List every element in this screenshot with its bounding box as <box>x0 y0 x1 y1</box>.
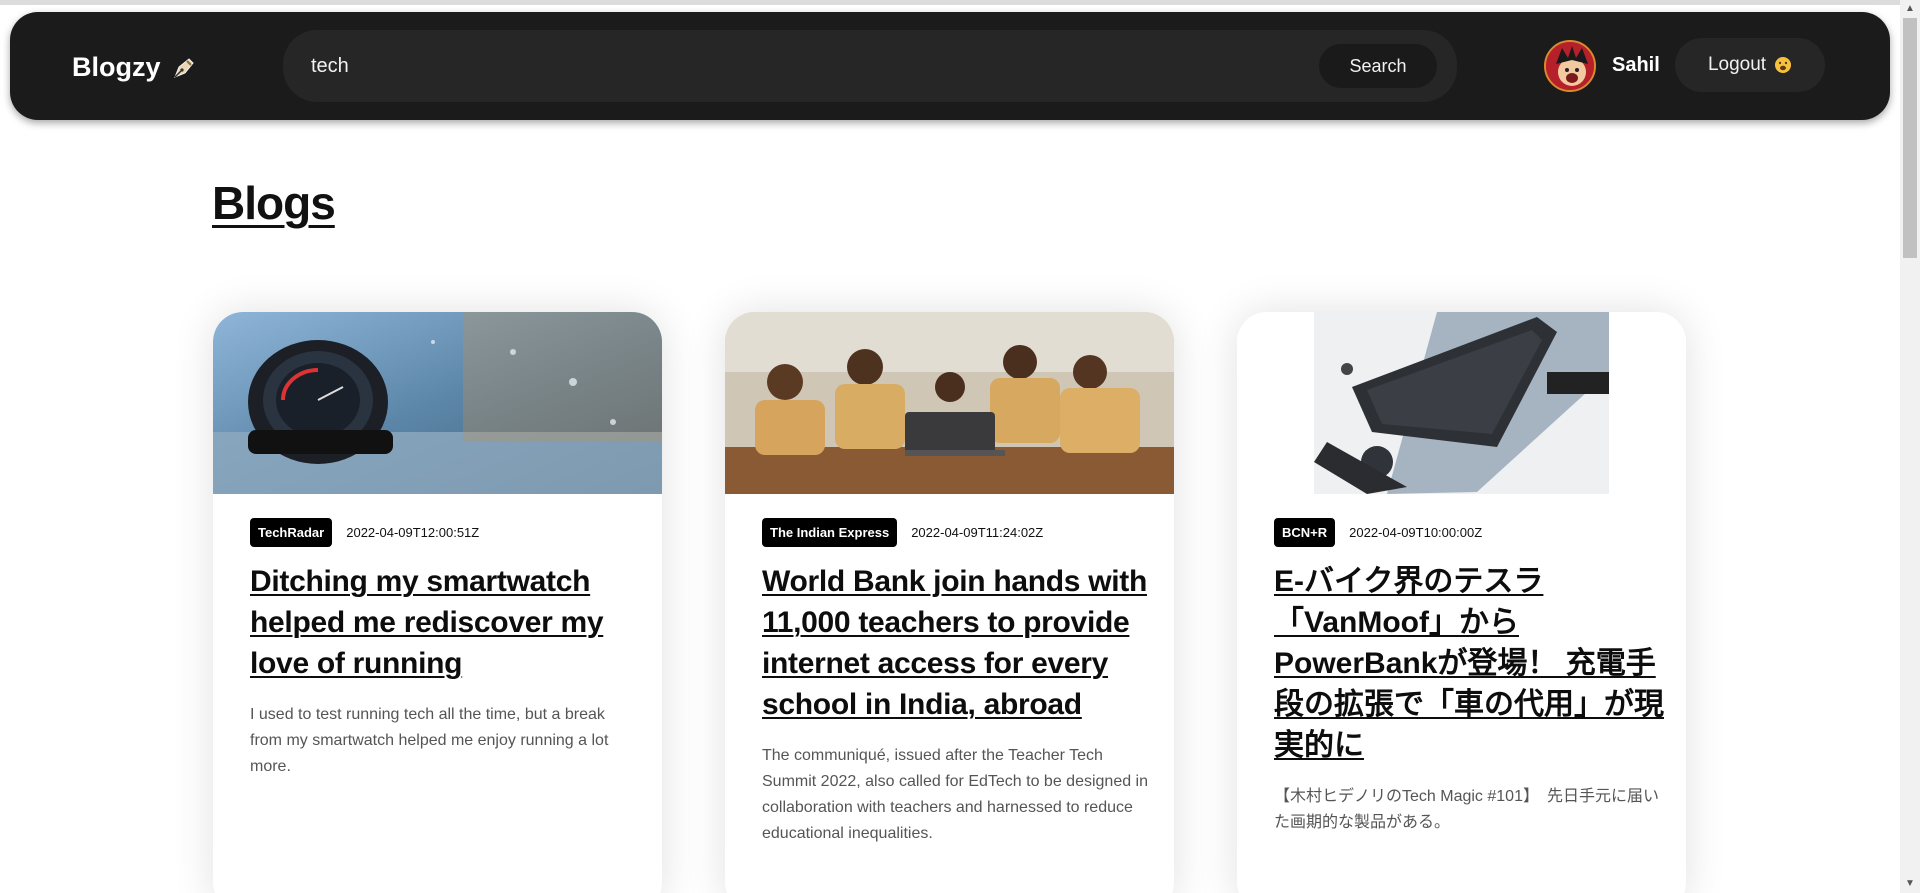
scrollbar-thumb[interactable] <box>1903 18 1917 258</box>
card-description: I used to test running tech all the time… <box>250 706 609 775</box>
window-top-border <box>0 0 1900 5</box>
card-description: 【木村ヒデノリのTech Magic #101】 先日手元に届いた画期的な製品が… <box>1274 788 1659 831</box>
username[interactable]: Sahil <box>1612 54 1660 77</box>
card-image-students[interactable] <box>725 312 1174 494</box>
logout-label: Logout <box>1707 54 1767 75</box>
pen-nib-icon <box>173 57 194 78</box>
page-title: Blogs <box>212 177 336 229</box>
card-image-ebike[interactable] <box>1237 312 1686 494</box>
card-description: The communiqué, issued after the Teacher… <box>762 747 1149 842</box>
navbar: Blogzy Search Sahil Logout <box>10 12 1890 120</box>
scroll-up-arrow-icon[interactable]: ▲ <box>1900 0 1920 18</box>
source-badge: BCN+R <box>1274 518 1336 547</box>
card-meta: TechRadar 2022-04-09T12:00:51Z <box>250 518 640 547</box>
blog-card[interactable]: TechRadar 2022-04-09T12:00:51Z Ditching … <box>213 312 662 893</box>
logout-button[interactable]: Logout <box>1675 38 1825 92</box>
search-input[interactable] <box>311 46 1291 86</box>
card-title[interactable]: World Bank join hands with 11,000 teache… <box>762 561 1152 725</box>
card-body: TechRadar 2022-04-09T12:00:51Z Ditching … <box>250 518 640 780</box>
card-body: The Indian Express 2022-04-09T11:24:02Z … <box>762 518 1152 847</box>
brand-name[interactable]: Blogzy <box>72 52 161 83</box>
search-bar: Search <box>283 30 1457 102</box>
source-badge: The Indian Express <box>762 518 898 547</box>
card-body: BCN+R 2022-04-09T10:00:00Z E-バイク界のテスラ「Va… <box>1274 518 1664 836</box>
card-meta: BCN+R 2022-04-09T10:00:00Z <box>1274 518 1664 547</box>
source-badge: TechRadar <box>250 518 333 547</box>
user-avatar-image <box>1546 42 1594 90</box>
scroll-down-arrow-icon[interactable]: ▼ <box>1900 875 1920 893</box>
blog-card[interactable]: The Indian Express 2022-04-09T11:24:02Z … <box>725 312 1174 893</box>
publish-date: 2022-04-09T10:00:00Z <box>1349 525 1483 540</box>
blog-card[interactable]: BCN+R 2022-04-09T10:00:00Z E-バイク界のテスラ「Va… <box>1237 312 1686 893</box>
publish-date: 2022-04-09T12:00:51Z <box>346 525 480 540</box>
page-scrollbar[interactable]: ▲ ▼ <box>1900 0 1920 893</box>
search-button[interactable]: Search <box>1319 44 1437 88</box>
publish-date: 2022-04-09T11:24:02Z <box>911 525 1044 540</box>
card-title[interactable]: Ditching my smartwatch helped me redisco… <box>250 561 640 684</box>
zipper-mouth-emoji-icon <box>1775 57 1792 73</box>
card-meta: The Indian Express 2022-04-09T11:24:02Z <box>762 518 1152 547</box>
avatar[interactable] <box>1544 40 1596 92</box>
brand-logo[interactable]: Blogzy <box>72 52 197 83</box>
card-title[interactable]: E-バイク界のテスラ「VanMoof」から PowerBankが登場！ 充電手段… <box>1274 561 1664 766</box>
card-image-smartwatch[interactable] <box>213 312 662 494</box>
